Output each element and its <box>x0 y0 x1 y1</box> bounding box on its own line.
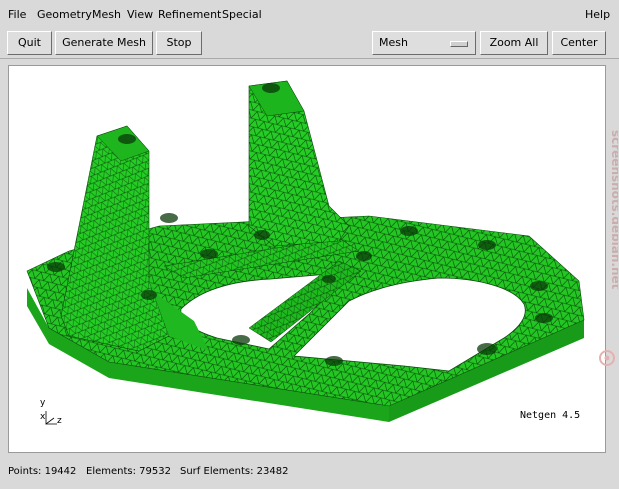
mode-select[interactable]: Mesh <box>372 31 476 55</box>
mesh-model <box>26 80 585 425</box>
menu-bar: File Geometry Mesh View Refinement Speci… <box>0 0 619 29</box>
mode-select-value: Mesh <box>379 36 408 49</box>
axis-label-z: z <box>57 416 62 426</box>
quit-button[interactable]: Quit <box>7 31 52 55</box>
render-viewport[interactable]: y x z Netgen 4.5 <box>8 65 606 453</box>
menu-geometry[interactable]: Geometry <box>37 8 92 21</box>
menu-help[interactable]: Help <box>585 8 610 21</box>
menu-refinement[interactable]: Refinement <box>158 8 221 21</box>
menu-file[interactable]: File <box>8 8 26 21</box>
status-bar: Points: 19442 Elements: 79532 Surf Eleme… <box>0 458 619 489</box>
status-elements: Elements: 79532 <box>86 466 171 477</box>
axis-label-y: y <box>40 398 46 408</box>
zoom-all-button[interactable]: Zoom All <box>480 31 548 55</box>
status-surf-elements: Surf Elements: 23482 <box>180 466 289 477</box>
menu-special[interactable]: Special <box>222 8 262 21</box>
option-menu-indicator-icon <box>450 41 468 47</box>
brand-label: Netgen 4.5 <box>520 410 581 421</box>
generate-mesh-button[interactable]: Generate Mesh <box>55 31 153 55</box>
svg-text:screenshots.debian.net: screenshots.debian.net <box>609 130 618 290</box>
axis-label-x: x <box>40 412 46 422</box>
watermark: screenshots.debian.net <box>596 130 619 370</box>
menu-view[interactable]: View <box>127 8 153 21</box>
center-button[interactable]: Center <box>552 31 606 55</box>
axis-triad <box>45 411 57 425</box>
menu-mesh[interactable]: Mesh <box>92 8 121 21</box>
status-points: Points: 19442 <box>8 466 77 477</box>
stop-button[interactable]: Stop <box>156 31 202 55</box>
toolbar: Quit Generate Mesh Stop Mesh Zoom All Ce… <box>0 28 619 59</box>
